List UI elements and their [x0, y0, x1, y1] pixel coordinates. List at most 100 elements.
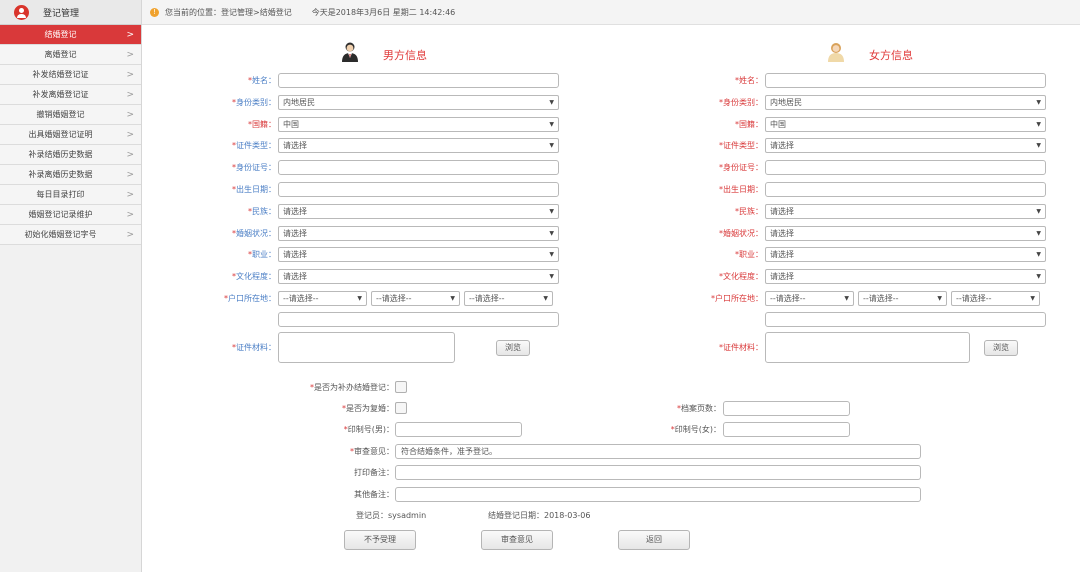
sidebar-item[interactable]: 补录结婚历史数据 >	[0, 145, 141, 165]
chevron-down-icon: ▼	[1036, 229, 1041, 237]
female-nationality-select[interactable]: 中国 ▼	[765, 116, 1046, 132]
female-household-detail-input[interactable]	[765, 312, 1046, 327]
print-no-female-input[interactable]	[723, 422, 850, 437]
sidebar-item[interactable]: 每日目录打印 >	[0, 185, 141, 205]
male-household-label: *户口所在地：	[224, 294, 276, 303]
chevron-down-icon: ▼	[549, 207, 554, 215]
female-id-number-label: *身份证号：	[719, 163, 763, 173]
chevron-down-icon: ▼	[1036, 251, 1041, 259]
male-household-select-1[interactable]: --请选择-- ▼	[278, 291, 367, 306]
sidebar-menu: 结婚登记 > 离婚登记 > 补发结婚登记证 > 补发离婚登记证 > 撤销婚姻登记 > 出具婚姻登记证…	[0, 25, 141, 245]
user-icon	[14, 4, 29, 20]
female-birthdate-input[interactable]	[765, 182, 1046, 197]
female-id-category-select[interactable]: 内地居民 ▼	[765, 94, 1046, 110]
female-household-select-2[interactable]: --请选择-- ▼	[858, 291, 947, 306]
chevron-down-icon: ▼	[1036, 207, 1041, 215]
sidebar-item-label: 每日目录打印	[36, 190, 85, 199]
chevron-right-icon: >	[126, 190, 134, 200]
male-household-select-2[interactable]: --请选择-- ▼	[371, 291, 460, 306]
print-no-female-label: *印制号(女)：	[670, 425, 721, 434]
review-opinion-button[interactable]: 审查意见	[481, 530, 553, 550]
female-section-title: 女方信息	[869, 49, 913, 62]
info-icon: !	[150, 7, 159, 17]
sidebar-item-label: 补发结婚登记证	[32, 70, 89, 79]
female-ethnicity-label: *民族：	[735, 206, 763, 216]
male-id-type-select[interactable]: 请选择 ▼	[278, 138, 559, 154]
male-nationality-select[interactable]: 中国 ▼	[278, 116, 559, 132]
male-name-label: *姓名：	[248, 76, 276, 85]
female-education-select[interactable]: 请选择 ▼	[765, 269, 1046, 285]
chevron-down-icon: ▼	[1036, 273, 1041, 281]
sidebar-item[interactable]: 补发离婚登记证 >	[0, 85, 141, 105]
sidebar-item-label: 婚姻登记记录维护	[28, 210, 93, 219]
male-name-input[interactable]	[278, 73, 559, 88]
male-ethnicity-select[interactable]: 请选择 ▼	[278, 203, 559, 219]
sidebar-item[interactable]: 补录离婚历史数据 >	[0, 165, 141, 185]
registration-date: 结婚登记日期：2018-03-06	[488, 511, 591, 520]
female-household-select-3[interactable]: --请选择-- ▼	[951, 291, 1040, 306]
male-section-title: 男方信息	[383, 49, 427, 62]
female-materials-label: *证件材料：	[719, 343, 763, 352]
female-ethnicity-select[interactable]: 请选择 ▼	[765, 203, 1046, 219]
female-occupation-select[interactable]: 请选择 ▼	[765, 247, 1046, 263]
female-name-label: *姓名：	[735, 76, 763, 85]
male-materials-label: *证件材料：	[232, 343, 276, 352]
chevron-down-icon: ▼	[450, 295, 455, 302]
print-note-input[interactable]	[395, 465, 921, 480]
other-note-label: 其他备注：	[354, 490, 394, 499]
male-id-category-select[interactable]: 内地居民 ▼	[278, 94, 559, 110]
sidebar-item-label: 初始化婚姻登记字号	[24, 230, 97, 239]
chevron-down-icon: ▼	[937, 295, 942, 302]
female-education-label: *文化程度：	[719, 272, 763, 282]
male-marital-status-select[interactable]: 请选择 ▼	[278, 225, 559, 241]
male-occupation-label: *职业：	[248, 250, 276, 260]
sidebar-item[interactable]: 离婚登记 >	[0, 45, 141, 65]
chevron-down-icon: ▼	[1036, 142, 1041, 150]
sidebar-item[interactable]: 补发结婚登记证 >	[0, 65, 141, 85]
male-household-select-3[interactable]: --请选择-- ▼	[464, 291, 553, 306]
male-materials-area[interactable]	[278, 332, 455, 363]
archive-pages-input[interactable]	[723, 401, 850, 416]
sidebar: 登记管理 结婚登记 > 离婚登记 > 补发结婚登记证 > 补发离婚登记证 > 撤销婚姻登记 > 出具…	[0, 0, 142, 572]
female-id-type-select[interactable]: 请选择 ▼	[765, 138, 1046, 154]
sidebar-item-label: 补发离婚登记证	[32, 90, 89, 99]
chevron-down-icon: ▼	[1036, 120, 1041, 128]
sidebar-item[interactable]: 结婚登记 >	[0, 25, 141, 45]
sidebar-item-label: 出具婚姻登记证明	[28, 130, 93, 139]
sidebar-item[interactable]: 初始化婚姻登记字号 >	[0, 225, 141, 245]
male-education-select[interactable]: 请选择 ▼	[278, 269, 559, 285]
male-browse-button[interactable]: 浏览	[496, 340, 530, 356]
chevron-right-icon: >	[126, 150, 134, 160]
sidebar-item[interactable]: 撤销婚姻登记 >	[0, 105, 141, 125]
female-id-number-input[interactable]	[765, 160, 1046, 176]
sidebar-item[interactable]: 出具婚姻登记证明 >	[0, 125, 141, 145]
print-no-male-input[interactable]	[395, 422, 522, 437]
female-marital-status-label: *婚姻状况：	[719, 228, 763, 238]
female-materials-area[interactable]	[765, 332, 970, 363]
sidebar-item-label: 补录结婚历史数据	[28, 150, 93, 159]
male-id-number-input[interactable]	[278, 160, 559, 176]
sidebar-item[interactable]: 婚姻登记记录维护 >	[0, 205, 141, 225]
back-button[interactable]: 返回	[618, 530, 690, 550]
reject-button[interactable]: 不予受理	[344, 530, 416, 550]
male-id-type-label: *证件类型：	[232, 141, 276, 151]
chevron-right-icon: >	[126, 230, 134, 240]
review-input[interactable]: 符合结婚条件，准予登记。	[395, 444, 921, 459]
female-id-category-label: *身份类别：	[719, 97, 763, 107]
remarried-checkbox[interactable]	[395, 402, 407, 414]
sidebar-title: 登记管理	[43, 8, 80, 19]
male-birthdate-input[interactable]	[278, 182, 559, 197]
male-occupation-select[interactable]: 请选择 ▼	[278, 247, 559, 263]
female-avatar-icon	[828, 43, 844, 62]
male-marital-status-label: *婚姻状况：	[232, 228, 276, 238]
female-name-input[interactable]	[765, 73, 1046, 88]
other-note-input[interactable]	[395, 487, 921, 502]
review-label: *审查意见：	[350, 447, 394, 456]
sidebar-item-label: 撤销婚姻登记	[36, 110, 85, 119]
male-household-detail-input[interactable]	[278, 312, 559, 327]
female-marital-status-select[interactable]: 请选择 ▼	[765, 225, 1046, 241]
female-browse-button[interactable]: 浏览	[984, 340, 1018, 356]
current-datetime: 今天是2018年3月6日 星期二 14:42:46	[311, 7, 456, 17]
female-household-select-1[interactable]: --请选择-- ▼	[765, 291, 854, 306]
supplement-checkbox[interactable]	[395, 381, 407, 393]
